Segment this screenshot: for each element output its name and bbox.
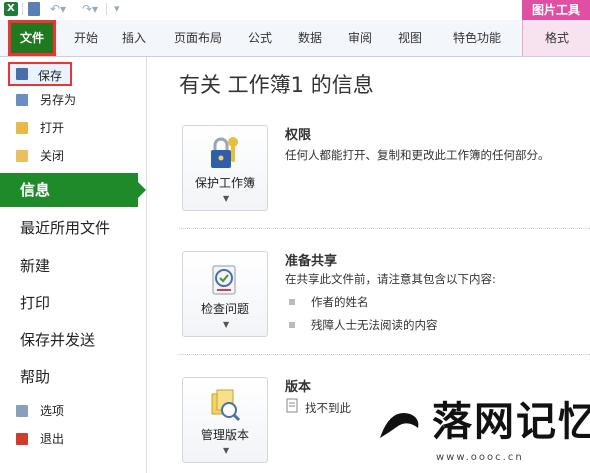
prepare-sharing-heading: 准备共享 [285, 254, 338, 269]
protect-workbook-button[interactable]: 保护工作簿 ▼ [182, 125, 268, 211]
tab-page-layout[interactable]: 页面布局 [166, 20, 230, 56]
section-divider [179, 228, 590, 229]
toolbar-separator [22, 3, 23, 15]
permissions-text: 任何人都能打开、复制和更改此工作簿的任何部分。 [285, 148, 550, 162]
ribbon-tab-bar: 文件 开始 插入 页面布局 公式 数据 审阅 视图 特色功能 格式 [0, 20, 590, 57]
chevron-down-icon: ▼ [223, 446, 230, 455]
watermark-logo-icon [376, 404, 424, 452]
customize-toolbar-icon[interactable]: ▾ [114, 2, 124, 16]
tab-special-features[interactable]: 特色功能 [444, 20, 510, 56]
chevron-down-icon: ▼ [223, 320, 230, 329]
nav-help[interactable]: 帮助 [0, 360, 146, 394]
open-folder-icon [16, 122, 28, 134]
tab-format[interactable]: 格式 [522, 20, 590, 56]
tab-home[interactable]: 开始 [66, 20, 106, 56]
toolbar-separator [106, 3, 107, 15]
watermark: 落网记忆 www.oooc.cn [370, 394, 590, 473]
watermark-url: www.oooc.cn [436, 452, 524, 463]
save-as-icon [16, 94, 28, 106]
prepare-sharing-text: 在共享此文件前，请注意其包含以下内容: [285, 272, 496, 286]
nav-recent[interactable]: 最近所用文件 [0, 211, 146, 245]
undo-icon[interactable]: ↶▾ [50, 2, 68, 16]
nav-print[interactable]: 打印 [0, 286, 146, 320]
picture-tools-group-label: 图片工具 [522, 0, 590, 20]
tab-insert[interactable]: 插入 [114, 20, 154, 56]
exit-icon [16, 433, 28, 445]
nav-new[interactable]: 新建 [0, 249, 146, 283]
close-folder-icon [16, 150, 28, 162]
section-divider [179, 354, 590, 355]
nav-save-and-send[interactable]: 保存并发送 [0, 323, 146, 357]
inspect-document-icon [212, 265, 236, 295]
tab-data[interactable]: 数据 [290, 20, 330, 56]
tab-file[interactable]: 文件 [8, 20, 56, 56]
tab-review[interactable]: 审阅 [340, 20, 380, 56]
excel-app-icon[interactable]: X [4, 2, 18, 16]
tab-view[interactable]: 视图 [390, 20, 430, 56]
versions-text: 找不到此 [305, 401, 351, 415]
manage-versions-button[interactable]: 管理版本 ▼ [182, 377, 268, 463]
lock-key-icon [211, 137, 238, 168]
check-issues-button[interactable]: 检查问题 ▼ [182, 251, 268, 337]
backstage-nav-pane: 保存 另存为 打开 关闭 信息 最近所用文件 新建 打印 保存并发送 帮助 选项… [0, 57, 147, 473]
redo-icon[interactable]: ↷▾ [82, 2, 100, 16]
versions-heading: 版本 [285, 380, 312, 395]
save-icon [16, 68, 28, 80]
quick-access-toolbar: X ↶▾ ↷▾ ▾ [0, 0, 590, 20]
manage-versions-icon [211, 389, 241, 422]
watermark-text: 落网记忆 [432, 399, 590, 445]
nav-info[interactable]: 信息 [0, 173, 146, 207]
chevron-down-icon: ▼ [223, 194, 230, 203]
page-title: 有关 工作簿1 的信息 [179, 73, 374, 97]
options-icon [16, 405, 28, 417]
save-command[interactable]: 保存 [8, 62, 72, 86]
document-icon [286, 398, 298, 413]
permissions-heading: 权限 [285, 128, 312, 143]
save-icon[interactable] [28, 2, 40, 16]
tab-formulas[interactable]: 公式 [240, 20, 280, 56]
